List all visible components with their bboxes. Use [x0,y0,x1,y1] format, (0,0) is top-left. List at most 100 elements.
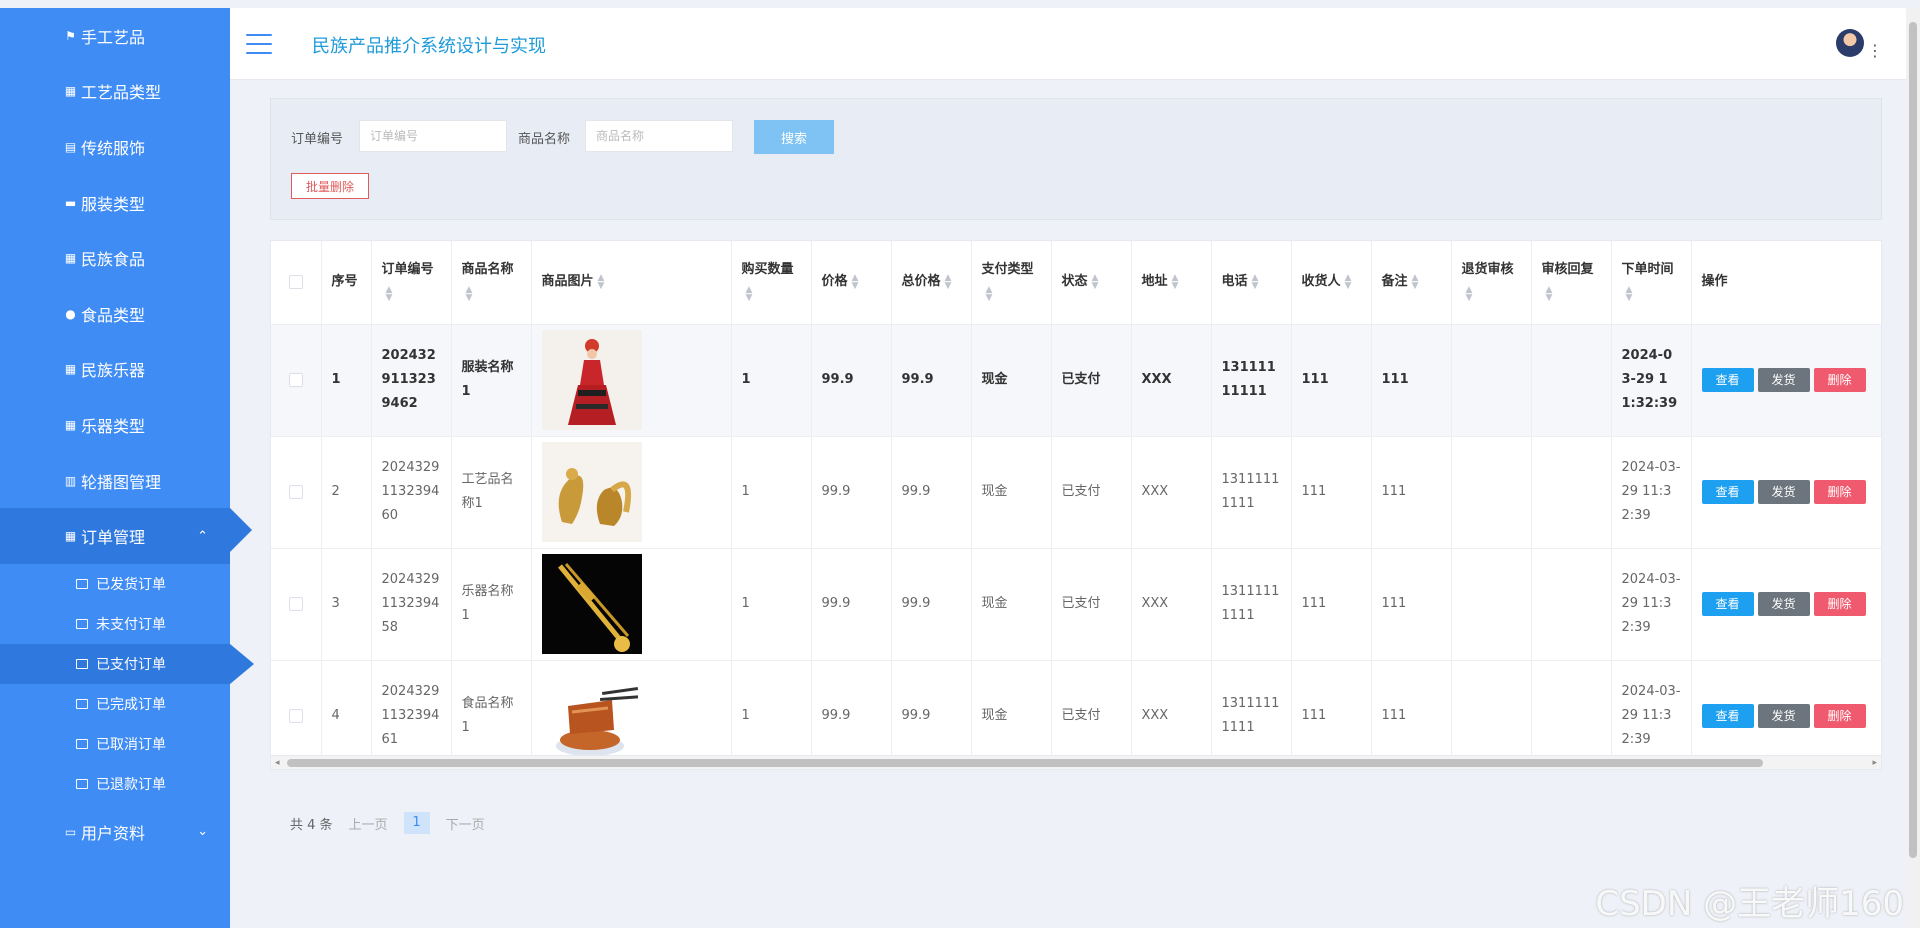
cell-phone: 13111111111 [1211,324,1292,437]
sort-icon[interactable]: ▲ ▼ [1626,285,1633,302]
grid-icon: ▦ [64,417,77,432]
sidebar-item-0[interactable]: ⚑ 手工艺品 [0,8,230,64]
column-header[interactable]: 总价格 ▲ ▼ [891,241,972,325]
cell-name: 工艺品名称1 [451,436,532,549]
column-header[interactable]: 状态 ▲ ▼ [1051,241,1132,325]
ship-button[interactable]: 发货 [1757,479,1810,504]
sort-icon[interactable]: ▲ ▼ [852,273,859,290]
vertical-scrollbar[interactable] [1906,8,1920,928]
row-checkbox[interactable] [288,372,303,387]
submenu-item-5[interactable]: 已退款订单 [0,764,230,804]
ship-button[interactable]: 发货 [1757,367,1810,392]
column-header[interactable]: 商品图片 ▲ ▼ [531,241,732,325]
sidebar-item-2[interactable]: ▤ 传统服饰 [0,119,230,175]
scroll-left-icon[interactable]: ◂ [275,756,280,769]
sort-icon[interactable]: ▲ ▼ [1546,285,1553,302]
sort-icon[interactable]: ▲ ▼ [1252,273,1259,290]
sidebar-item-5[interactable]: ● 食品类型 [0,286,230,342]
view-button[interactable]: 查看 [1701,367,1754,392]
cell-pay: 现金 [971,324,1052,437]
delete-button[interactable]: 删除 [1813,479,1866,504]
submenu-item-3[interactable]: 已完成订单 [0,684,230,724]
submenu-item-0[interactable]: 已发货订单 [0,564,230,604]
view-button[interactable]: 查看 [1701,591,1754,616]
sort-icon[interactable]: ▲ ▼ [1092,273,1099,290]
column-header[interactable]: 支付类型 ▲ ▼ [971,241,1052,325]
delete-button[interactable]: 删除 [1813,703,1866,728]
more-options-icon[interactable]: ⋮ [1867,41,1883,60]
delete-button[interactable]: 删除 [1813,591,1866,616]
cell-phone: 13111111111 [1211,548,1292,661]
sort-icon[interactable]: ▲ ▼ [1172,273,1179,290]
sort-icon[interactable]: ▲ ▼ [945,273,952,290]
submenu-item-1[interactable]: 未支付订单 [0,604,230,644]
cell-time: 2024-03-29 11:32:39 [1611,436,1692,549]
table-row[interactable]: 3 2024329113239458 乐器名称1 1 99.9 99.9 现金 已支付 XXX 1… [271,548,1881,661]
scrollbar-thumb[interactable] [1909,22,1917,858]
column-header[interactable]: 购买数量 ▲ ▼ [731,241,812,325]
scrollbar-thumb[interactable] [287,759,1763,767]
horizontal-scrollbar[interactable]: ◂ ▸ [271,755,1881,769]
sidebar-item-8[interactable]: ▥ 轮播图管理 [0,453,230,509]
delete-button[interactable]: 删除 [1813,367,1866,392]
column-header[interactable]: 商品名称 ▲ ▼ [451,241,532,325]
row-checkbox[interactable] [288,484,303,499]
column-header[interactable]: 下单时间 ▲ ▼ [1611,241,1692,325]
batch-delete-button[interactable]: 批量删除 [291,173,369,199]
ship-button[interactable]: 发货 [1757,703,1810,728]
sort-icon[interactable]: ▲ ▼ [386,285,393,302]
ship-button[interactable]: 发货 [1757,591,1810,616]
sidebar-item-label: 传统服饰 [81,138,146,158]
table-row[interactable]: 4 2024329113239461 食品名称1 1 99.9 99.9 现金 已支付 XXX 1… [271,660,1881,769]
sort-icon[interactable]: ▲ ▼ [598,273,605,290]
column-header[interactable]: 备注 ▲ ▼ [1371,241,1452,325]
submenu-item-4[interactable]: 已取消订单 [0,724,230,764]
view-button[interactable]: 查看 [1701,703,1754,728]
sort-icon[interactable]: ▲ ▼ [1412,273,1419,290]
cell-time: 2024-03-29 11:32:39 [1611,548,1692,661]
column-header[interactable]: 退货审核 ▲ ▼ [1451,241,1532,325]
column-header[interactable]: 审核回复 ▲ ▼ [1531,241,1612,325]
column-header[interactable]: 电话 ▲ ▼ [1211,241,1292,325]
column-header-label: 地址 [1141,274,1168,290]
search-button[interactable]: 搜索 [754,120,834,154]
sidebar-item-7[interactable]: ▦ 乐器类型 [0,397,230,453]
product-name-input[interactable] [585,120,733,152]
sidebar-item-3[interactable]: ▬ 服装类型 [0,175,230,231]
sidebar-item-1[interactable]: ▦ 工艺品类型 [0,64,230,120]
select-all-checkbox[interactable] [288,274,303,289]
column-header[interactable]: 地址 ▲ ▼ [1131,241,1212,325]
row-checkbox[interactable] [288,596,303,611]
current-page[interactable]: 1 [403,812,430,834]
sort-icon[interactable]: ▲ ▼ [1345,273,1352,290]
sort-icon[interactable]: ▲ ▼ [986,285,993,302]
order-submenu: 已发货订单 未支付订单 已支付订单 已完成订单 已取消订单 已退款订单 [0,564,254,804]
column-header[interactable]: 价格 ▲ ▼ [811,241,892,325]
table-row[interactable]: 1 2024329113239462 服装名称1 1 99.9 99.9 现金 已支付 XXX 1… [271,324,1881,437]
order-number-input[interactable] [359,120,507,152]
sidebar-item-9[interactable]: ▦ 订单管理 ⌃ [0,508,252,564]
sort-icon[interactable]: ▲ ▼ [1466,285,1473,302]
row-checkbox[interactable] [288,708,303,723]
column-header[interactable]: 收货人 ▲ ▼ [1291,241,1372,325]
sort-icon[interactable]: ▲ ▼ [746,285,753,302]
prev-page-button[interactable]: 上一页 [349,814,388,833]
cell-idx: 2 [321,436,372,549]
menu-toggle-icon[interactable] [246,34,272,54]
next-page-button[interactable]: 下一页 [446,814,485,833]
table-row[interactable]: 2 2024329113239460 工艺品名称1 1 99.9 99.9 现金 已支付 XXX… [271,436,1881,549]
sort-icon[interactable]: ▲ ▼ [466,285,473,302]
grid-icon: ▦ [64,251,77,266]
sidebar-item-user-profile[interactable]: ▭ 用户资料 ⌄ [0,804,230,860]
sidebar-item-6[interactable]: ▦ 民族乐器 [0,342,230,398]
cell-phone: 13111111111 [1211,660,1292,769]
submenu-item-2[interactable]: 已支付订单 [0,643,254,684]
cell-reply [1531,324,1612,437]
column-header[interactable]: 订单编号 ▲ ▼ [371,241,452,325]
avatar[interactable] [1836,29,1864,57]
view-button[interactable]: 查看 [1701,479,1754,504]
sidebar-item-4[interactable]: ▦ 民族食品 [0,230,230,286]
scroll-right-icon[interactable]: ▸ [1872,756,1877,769]
sidebar-item-label: 食品类型 [81,305,146,325]
cell-ret [1451,324,1532,437]
